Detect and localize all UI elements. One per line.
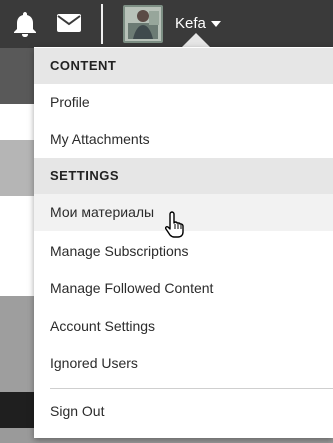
menu-item-account-settings[interactable]: Account Settings bbox=[34, 308, 333, 345]
background-panel bbox=[0, 104, 36, 140]
envelope-icon[interactable] bbox=[56, 13, 82, 33]
hand-cursor-icon bbox=[165, 211, 184, 238]
background-panel bbox=[0, 232, 36, 296]
avatar[interactable] bbox=[123, 5, 163, 43]
top-navigation-bar: Kefa bbox=[0, 0, 333, 48]
user-dropdown-menu: CONTENT Profile My Attachments SETTINGS … bbox=[34, 47, 333, 438]
menu-item-ignored-users[interactable]: Ignored Users bbox=[34, 345, 333, 382]
header-divider bbox=[101, 4, 103, 44]
background-panel bbox=[0, 48, 36, 104]
bell-icon[interactable] bbox=[12, 10, 38, 38]
menu-item-profile[interactable]: Profile bbox=[34, 84, 333, 121]
menu-item-manage-followed-content[interactable]: Manage Followed Content bbox=[34, 270, 333, 307]
background-panel bbox=[0, 196, 36, 232]
menu-item-manage-subscriptions[interactable]: Manage Subscriptions bbox=[34, 233, 333, 270]
background-panel bbox=[0, 296, 36, 392]
menu-item-sign-out[interactable]: Sign Out bbox=[34, 393, 333, 430]
section-header-content: CONTENT bbox=[34, 48, 333, 84]
menu-item-my-attachments[interactable]: My Attachments bbox=[34, 121, 333, 158]
section-header-settings: SETTINGS bbox=[34, 158, 333, 194]
background-panel bbox=[0, 392, 36, 428]
menu-pointer bbox=[182, 33, 210, 47]
username-label[interactable]: Kefa bbox=[175, 14, 206, 34]
background-panel bbox=[0, 140, 36, 196]
background-panel bbox=[0, 428, 36, 443]
caret-down-icon[interactable] bbox=[211, 21, 221, 27]
menu-divider bbox=[50, 388, 333, 389]
